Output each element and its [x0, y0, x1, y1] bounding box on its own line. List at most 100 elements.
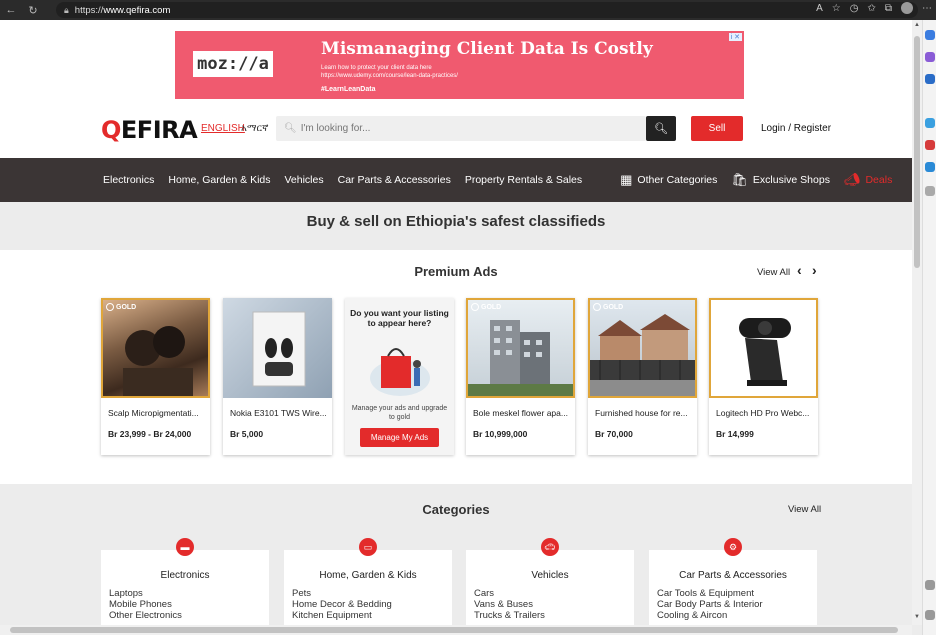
category-card-home-garden[interactable]: ▭ Home, Garden & Kids Pets Home Decor & …	[284, 538, 452, 625]
categories-section: Categories View All ▬ Electronics Laptop…	[0, 484, 912, 625]
gold-label: GOLD	[116, 303, 137, 311]
subcategory-link[interactable]: Kitchen Equipment	[292, 610, 392, 621]
car-icon: 🚗︎	[541, 538, 559, 556]
ad-price: Br 23,999 - Br 24,000	[108, 429, 192, 439]
sofa-icon: ▭	[359, 538, 377, 556]
premium-ad-card[interactable]: GOLD Furnished house for re... Br 70,000	[588, 298, 697, 455]
ad-image	[223, 298, 332, 398]
sidebar-games-icon[interactable]	[925, 140, 935, 150]
browser-toolbar: ← ↻ 🔒︎ https://www.qefira.com A ☆ ◷ ✩ ⧉ …	[0, 0, 936, 20]
refresh-icon[interactable]: ↻	[22, 4, 44, 17]
manage-my-ads-button[interactable]: Manage My Ads	[360, 428, 439, 447]
search-input[interactable]	[300, 123, 631, 134]
subcategory-link[interactable]: Cars	[474, 588, 545, 599]
gold-badge-icon	[714, 303, 722, 311]
ad-hashtag: #LearnLeanData	[321, 86, 376, 93]
address-bar[interactable]: 🔒︎ https://www.qefira.com	[56, 2, 918, 18]
category-card-car-parts[interactable]: ⚙︎ Car Parts & Accessories Car Tools & E…	[649, 538, 817, 625]
favorites-icon[interactable]: ✩	[867, 3, 875, 14]
premium-view-all-link[interactable]: View All	[757, 267, 790, 278]
shopping-bag-illustration	[370, 348, 430, 396]
read-aloud-icon[interactable]: A	[816, 3, 823, 14]
ad-image: GOLD	[466, 298, 575, 398]
gold-label: GOLD	[481, 303, 502, 311]
chevron-left-icon[interactable]: ‹	[797, 262, 802, 278]
sidebar-outlook-icon[interactable]	[925, 162, 935, 172]
category-name: Car Parts & Accessories	[679, 570, 787, 581]
lang-english-link[interactable]: ENGLISH	[201, 123, 245, 134]
sidebar-shopping-icon[interactable]	[925, 52, 935, 62]
chevron-right-icon[interactable]: ›	[812, 262, 817, 278]
earbuds-box-image	[252, 311, 306, 387]
horizontal-scroll-thumb[interactable]	[10, 627, 898, 633]
vertical-scrollbar[interactable]: ▲ ▼	[912, 20, 922, 625]
nav-exclusive-shops[interactable]: 🛍︎ Exclusive Shops	[731, 172, 830, 188]
scroll-down-icon[interactable]: ▼	[914, 614, 920, 620]
login-register-link[interactable]: Login / Register	[761, 123, 831, 134]
lang-amharic-link[interactable]: አማርኛ	[241, 123, 268, 134]
ad-price: Br 5,000	[230, 429, 264, 439]
apartment-building-image	[468, 320, 573, 396]
subcategory-link[interactable]: Laptops	[109, 588, 182, 599]
gold-badge-icon	[471, 303, 479, 311]
subcategory-link[interactable]: Car Body Parts & Interior	[657, 599, 763, 610]
gold-label: GOLD	[724, 303, 745, 311]
site-logo[interactable]: QEFIRA	[101, 116, 198, 144]
category-name: Electronics	[160, 570, 210, 581]
ad-title: Logitech HD Pro Webc...	[716, 408, 810, 418]
premium-ad-card[interactable]: GOLD Scalp Micropigmentati... Br 23,999 …	[101, 298, 210, 455]
categories-view-all-link[interactable]: View All	[788, 504, 821, 515]
nav-deals[interactable]: 📣︎ Deals	[844, 172, 892, 188]
sidebar-tools-icon[interactable]	[925, 74, 935, 84]
scroll-up-icon[interactable]: ▲	[914, 22, 920, 28]
subcategory-link[interactable]: Car Tools & Equipment	[657, 588, 763, 599]
sidebar-office-icon[interactable]	[925, 118, 935, 128]
nav-car-parts[interactable]: Car Parts & Accessories	[338, 174, 451, 186]
portrait-image	[123, 326, 193, 396]
sell-button[interactable]: Sell	[691, 116, 743, 141]
subcategory-link[interactable]: Cooling & Aircon	[657, 610, 763, 621]
premium-ad-card[interactable]: Nokia E3101 TWS Wire... Br 5,000	[223, 298, 332, 455]
ad-image: GOLD	[588, 298, 697, 398]
subcategory-link[interactable]: Mobile Phones	[109, 599, 182, 610]
nav-electronics[interactable]: Electronics	[103, 174, 154, 186]
subcategory-link[interactable]: Trucks & Trailers	[474, 610, 545, 621]
subcategory-link[interactable]: Pets	[292, 588, 392, 599]
horizontal-scrollbar[interactable]	[0, 625, 912, 635]
sidebar-add-icon[interactable]	[925, 186, 935, 196]
ad-title: Mismanaging Client Data Is Costly	[321, 39, 653, 59]
webcam-image	[739, 318, 791, 386]
category-card-vehicles[interactable]: 🚗︎ Vehicles Cars Vans & Buses Trucks & T…	[466, 538, 634, 625]
sidebar-settings-icon[interactable]	[925, 610, 935, 620]
ad-banner[interactable]: moz://a Mismanaging Client Data Is Costl…	[175, 31, 744, 99]
vertical-scroll-thumb[interactable]	[914, 36, 920, 268]
premium-ad-card[interactable]: GOLD Logitech HD Pro Webc... Br 14,999	[709, 298, 818, 455]
nav-property[interactable]: Property Rentals & Sales	[465, 174, 582, 186]
subcategory-link[interactable]: Home Decor & Bedding	[292, 599, 392, 610]
nav-other-categories[interactable]: ▦ Other Categories	[620, 172, 717, 188]
search-button[interactable]: 🔍︎	[646, 116, 676, 141]
sidebar-search-icon[interactable]	[925, 30, 935, 40]
category-card-electronics[interactable]: ▬ Electronics Laptops Mobile Phones Othe…	[101, 538, 269, 625]
ad-subtitle-line2: https://www.udemy.com/course/lean-data-p…	[321, 73, 458, 79]
subcategory-link[interactable]: Other Electronics	[109, 610, 182, 621]
subcategory-link[interactable]: Vans & Buses	[474, 599, 545, 610]
back-arrow-icon[interactable]: ←	[0, 4, 22, 16]
extensions-icon[interactable]: ◷	[850, 3, 859, 14]
search-box[interactable]: 🔍︎	[276, 116, 646, 141]
gold-badge-icon	[593, 303, 601, 311]
collections-icon[interactable]: ⧉	[885, 3, 892, 14]
ad-price: Br 10,999,000	[473, 429, 528, 439]
nav-vehicles[interactable]: Vehicles	[285, 174, 324, 186]
premium-ad-card[interactable]: GOLD Bole meskel flower apa... Br 10,999…	[466, 298, 575, 455]
ad-title: Furnished house for re...	[595, 408, 688, 418]
promo-text: Manage your ads and upgrade to gold	[351, 405, 448, 421]
profile-avatar[interactable]	[901, 2, 913, 14]
search-icon: 🔍︎	[284, 123, 297, 134]
ad-title: Bole meskel flower apa...	[473, 408, 568, 418]
nav-home-garden[interactable]: Home, Garden & Kids	[168, 174, 270, 186]
sidebar-layout-icon[interactable]	[925, 580, 935, 590]
favorite-star-icon[interactable]: ☆	[832, 3, 841, 14]
more-menu-icon[interactable]: ⋯	[922, 3, 932, 14]
ad-close-icon[interactable]: i ✕	[728, 33, 742, 41]
